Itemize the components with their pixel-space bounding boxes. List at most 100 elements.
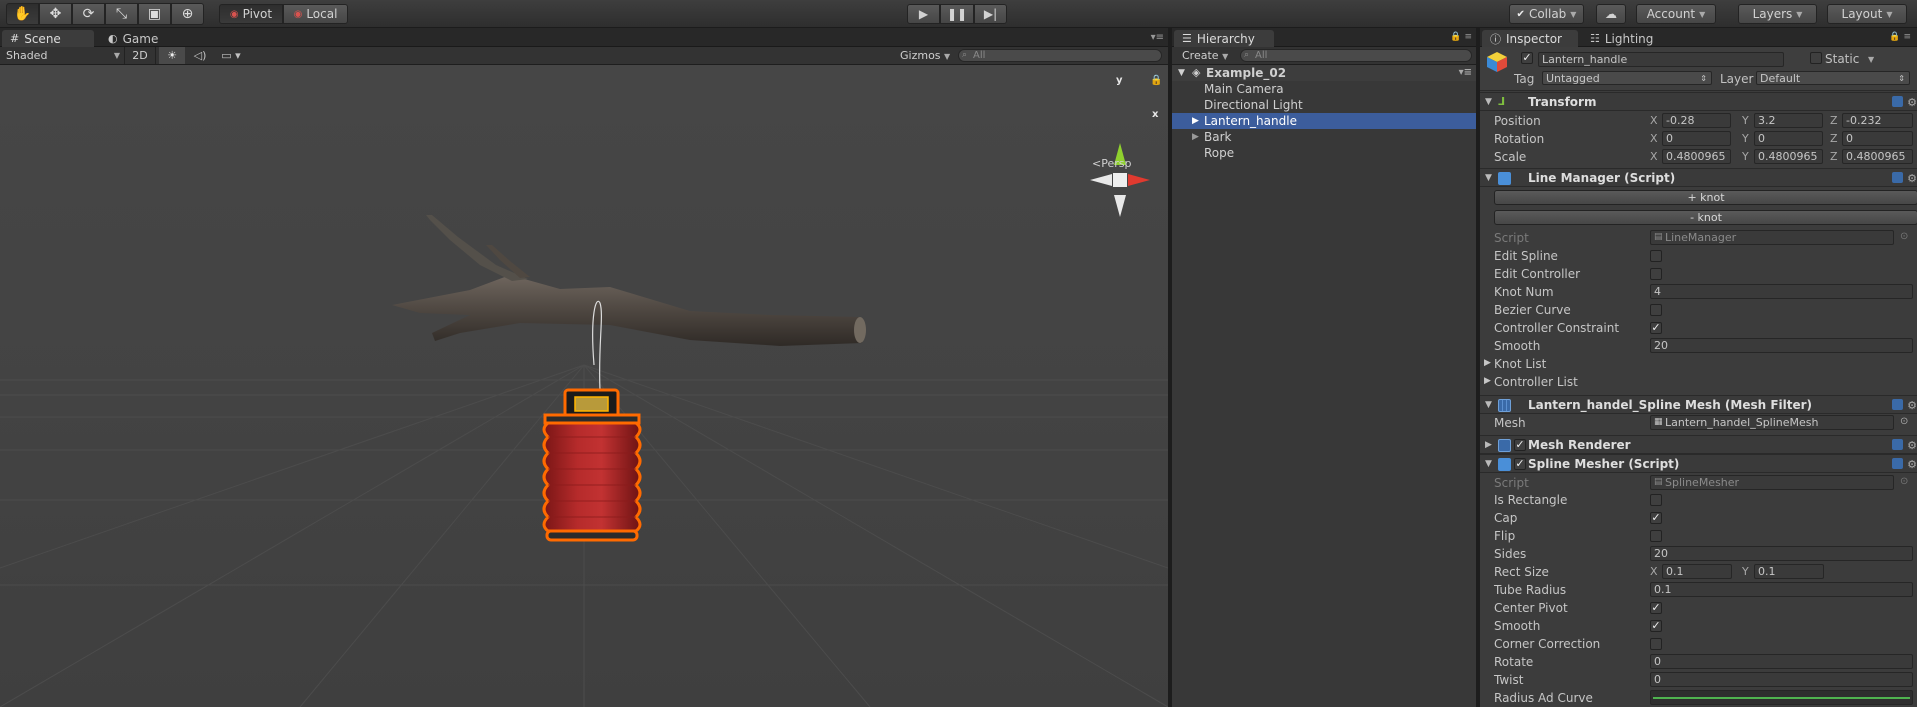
corner-correction-checkbox[interactable] (1650, 638, 1662, 650)
step-button[interactable]: ▶| (974, 4, 1007, 24)
hierarchy-item-lantern-handle[interactable]: ▶ Lantern_handle (1172, 113, 1478, 129)
gear-icon[interactable]: ⚙ (1907, 399, 1917, 412)
tag-dropdown[interactable]: Untagged ⇕ (1542, 71, 1712, 85)
knot-num-field[interactable]: 4 (1650, 284, 1913, 299)
gear-icon[interactable]: ⚙ (1907, 458, 1917, 471)
mesh-renderer-enabled-checkbox[interactable]: ✓ (1514, 439, 1526, 451)
pivot-button[interactable]: ◉ Pivot (219, 4, 283, 24)
gear-icon[interactable]: ⚙ (1907, 96, 1917, 109)
tab-hierarchy[interactable]: ☰ Hierarchy (1174, 30, 1274, 47)
scale-z-field[interactable]: 0.4800965 (1842, 149, 1913, 164)
scale-x-field[interactable]: 0.4800965 (1662, 149, 1731, 164)
spline-mesher-enabled-checkbox[interactable]: ✓ (1514, 458, 1526, 470)
layer-dropdown[interactable]: Default ⇕ (1756, 71, 1910, 85)
position-z-field[interactable]: -0.232 (1842, 113, 1913, 128)
rect-size-x-field[interactable]: 0.1 (1662, 564, 1732, 579)
rect-tool-icon[interactable]: ▣ (138, 3, 171, 25)
persp-toggle[interactable]: <Persp (1092, 157, 1131, 170)
reference-icon[interactable] (1892, 439, 1904, 450)
rotate-tool-icon[interactable]: ⟳ (72, 3, 105, 25)
tube-radius-field[interactable]: 0.1 (1650, 582, 1913, 597)
scene-root-row[interactable]: ▼ ◈ Example_02 ▾≡ (1172, 65, 1478, 81)
radius-curve-field[interactable] (1650, 690, 1913, 705)
static-checkbox[interactable] (1810, 52, 1822, 64)
audio-toggle-icon[interactable]: ◁) (188, 47, 212, 64)
controller-list-row[interactable]: ▶ Controller List (1480, 373, 1917, 391)
fold-arrow-icon[interactable]: ▼ (1485, 97, 1492, 107)
tab-lighting[interactable]: ☷ Lighting (1582, 30, 1662, 47)
flip-checkbox[interactable] (1650, 530, 1662, 542)
hierarchy-search-input[interactable]: ⌕ All (1240, 49, 1472, 62)
layers-dropdown[interactable]: Layers ▼ (1738, 4, 1817, 24)
fold-arrow-icon[interactable]: ▶ (1484, 358, 1491, 368)
account-dropdown[interactable]: Account ▼ (1636, 4, 1716, 24)
rotation-z-field[interactable]: 0 (1842, 131, 1913, 146)
sides-field[interactable]: 20 (1650, 546, 1913, 561)
center-pivot-checkbox[interactable]: ✓ (1650, 602, 1662, 614)
knot-list-row[interactable]: ▶ Knot List (1480, 355, 1917, 373)
fold-arrow-icon[interactable]: ▼ (1485, 173, 1492, 183)
object-picker-icon[interactable]: ⊙ (1900, 416, 1908, 427)
add-knot-button[interactable]: + knot (1494, 190, 1917, 205)
scene-menu-icon[interactable]: ▾≡ (1459, 65, 1472, 81)
is-rectangle-checkbox[interactable] (1650, 494, 1662, 506)
hierarchy-item-directional-light[interactable]: Directional Light (1172, 97, 1478, 113)
layout-dropdown[interactable]: Layout ▼ (1827, 4, 1907, 24)
tab-game[interactable]: ◐ Game (100, 30, 170, 47)
collab-dropdown[interactable]: ✔ Collab ▼ (1509, 4, 1584, 24)
scene-search-input[interactable]: ⌕ All (958, 49, 1162, 62)
expand-arrow-icon[interactable]: ▶ (1192, 129, 1199, 145)
active-checkbox[interactable]: ✓ (1521, 52, 1533, 64)
rect-size-y-field[interactable]: 0.1 (1754, 564, 1824, 579)
reference-icon[interactable] (1892, 96, 1904, 107)
local-button[interactable]: ◉ Local (283, 4, 348, 24)
fold-arrow-icon[interactable]: ▼ (1485, 400, 1492, 410)
scale-tool-icon[interactable]: ⤡ (105, 3, 138, 25)
transform-tool-icon[interactable]: ⊕ (171, 3, 204, 25)
reference-icon[interactable] (1892, 399, 1904, 410)
line-manager-component-header[interactable]: ▼ Line Manager (Script) ⚙ (1480, 168, 1917, 187)
2d-toggle[interactable]: 2D (124, 47, 156, 64)
hand-tool-icon[interactable]: ✋ (6, 3, 39, 25)
panel-menu-icon[interactable]: ▾≡ (1151, 32, 1164, 43)
object-name-field[interactable]: Lantern_handle (1538, 52, 1784, 67)
scene-viewport[interactable]: y x 🔒 <Persp (0, 65, 1168, 707)
position-y-field[interactable]: 3.2 (1754, 113, 1823, 128)
edit-controller-checkbox[interactable] (1650, 268, 1662, 280)
fold-arrow-icon[interactable]: ▶ (1485, 440, 1492, 450)
play-button[interactable]: ▶ (907, 4, 940, 24)
expand-arrow-icon[interactable]: ▼ (1178, 65, 1185, 81)
reference-icon[interactable] (1892, 458, 1904, 469)
reference-icon[interactable] (1892, 172, 1904, 183)
mesh-renderer-component-header[interactable]: ▶ ✓ Mesh Renderer ⚙ (1480, 435, 1917, 454)
cloud-button[interactable]: ☁ (1596, 4, 1626, 24)
panel-lock-icon[interactable]: 🔒 ≡ (1889, 32, 1911, 42)
gear-icon[interactable]: ⚙ (1907, 172, 1917, 185)
rotate-field[interactable]: 0 (1650, 654, 1913, 669)
expand-arrow-icon[interactable]: ▶ (1192, 113, 1199, 129)
gear-icon[interactable]: ⚙ (1907, 439, 1917, 452)
mesh-filter-component-header[interactable]: ▼ Lantern_handel_Spline Mesh (Mesh Filte… (1480, 395, 1917, 414)
controller-constraint-checkbox[interactable]: ✓ (1650, 322, 1662, 334)
position-x-field[interactable]: -0.28 (1662, 113, 1731, 128)
tab-scene[interactable]: # Scene (2, 30, 94, 47)
fold-arrow-icon[interactable]: ▶ (1484, 376, 1491, 386)
spline-mesher-component-header[interactable]: ▼ ✓ Spline Mesher (Script) ⚙ (1480, 454, 1917, 473)
effects-dropdown-icon[interactable]: ▭ ▾ (216, 47, 246, 64)
rotation-y-field[interactable]: 0 (1754, 131, 1823, 146)
hierarchy-item-rope[interactable]: Rope (1172, 145, 1478, 161)
chevron-down-icon[interactable]: ▼ (1868, 55, 1874, 64)
scale-y-field[interactable]: 0.4800965 (1754, 149, 1823, 164)
pause-button[interactable]: ❚❚ (940, 4, 974, 24)
remove-knot-button[interactable]: - knot (1494, 210, 1917, 225)
shading-mode-dropdown[interactable]: Shaded ▼ (6, 49, 122, 62)
lm-smooth-field[interactable]: 20 (1650, 338, 1913, 353)
mesh-field[interactable]: ▦ Lantern_handel_SplineMesh (1650, 415, 1894, 430)
bezier-curve-checkbox[interactable] (1650, 304, 1662, 316)
transform-component-header[interactable]: ▼ ⅃ Transform ⚙ (1480, 92, 1917, 111)
hierarchy-item-main-camera[interactable]: Main Camera (1172, 81, 1478, 97)
sm-smooth-checkbox[interactable]: ✓ (1650, 620, 1662, 632)
tab-inspector[interactable]: ⓘ Inspector (1482, 30, 1578, 47)
gizmos-dropdown[interactable]: Gizmos ▼ (900, 49, 950, 62)
rotation-x-field[interactable]: 0 (1662, 131, 1731, 146)
